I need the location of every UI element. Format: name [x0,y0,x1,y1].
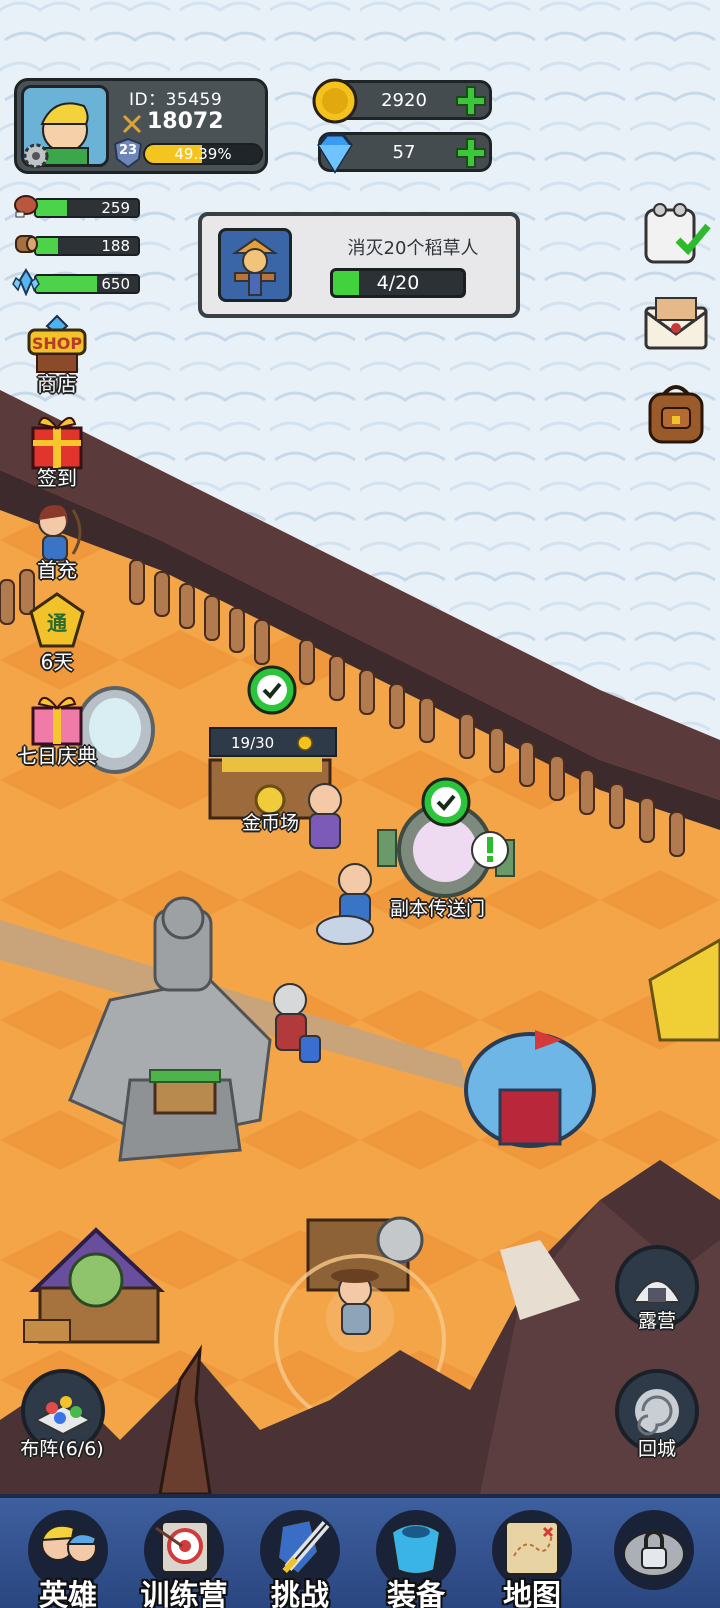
coin-field-counter-text: 19/30 [231,734,275,752]
nav-map[interactable]: 地图 [476,1502,588,1608]
camp-label: 露营 [637,1310,676,1332]
nav-training[interactable]: 训练营 [128,1502,240,1608]
nav-locked[interactable] [598,1502,710,1608]
diamond-icon [317,133,353,174]
quest-tracker-panel[interactable]: 消灭20个稻草人 4/20 [198,212,520,318]
player-power: 18072 [147,109,224,134]
resource-bar-fill [36,276,98,292]
nav-training-label: 训练营 [140,1578,228,1608]
quest-progress-bar: 4/20 [330,268,466,298]
pass-label: 6天 [40,650,74,674]
player-id: ID：35459 [129,90,223,110]
player-profile-panel[interactable]: ID：35459 18072 23 49.39% [14,78,268,174]
player-level: 23 [118,143,138,158]
shop-button[interactable]: SHOP 商店 [10,310,104,397]
sign-in-label: 签到 [37,466,77,490]
pass-button[interactable]: 通 6天 [10,588,104,675]
resource-crystal: 650 [12,268,140,296]
checklist-icon[interactable] [640,200,712,272]
nav-equipment-label: 装备 [386,1578,445,1608]
crossed-swords-icon [122,114,142,134]
coin-icon [297,735,313,751]
check-badge-icon [421,777,471,827]
nav-heroes-label: 英雄 [38,1578,97,1608]
add-gems-button[interactable] [455,137,487,169]
nav-challenge-label: 挑战 [270,1578,329,1608]
xp-progress-bar: 49.39% [143,143,263,165]
resource-bar: 650 [34,274,140,294]
nav-heroes[interactable]: 英雄 [12,1502,124,1608]
first-recharge-button[interactable]: 首充 [10,496,104,583]
backpack-icon[interactable] [640,378,712,450]
formation-label: 布阵(6/6) [20,1438,104,1460]
resource-wood: 188 [12,234,140,256]
quest-title: 消灭20个稻草人 [347,238,479,259]
seven-day-celebration-button[interactable]: 七日庆典 [10,682,104,769]
resource-crystal-value: 650 [101,275,130,293]
resource-meat: 259 [12,195,140,218]
first-recharge-label: 首充 [37,558,77,582]
crystal-icon [12,268,40,296]
lock-icon [614,1510,694,1590]
dungeon-portal-label[interactable]: 副本传送门 [390,894,485,921]
gold-coin-icon [312,78,358,124]
resource-meat-value: 259 [101,199,130,217]
gem-amount: 57 [392,142,416,163]
coin-field-label[interactable]: 金币场 [242,808,299,835]
quest-progress-text: 4/20 [376,272,420,294]
add-gold-button[interactable] [455,85,487,117]
seven-day-celebration-label: 七日庆典 [17,744,97,768]
coin-field-counter: 19/30 [209,727,337,757]
meat-icon [14,195,38,218]
resource-bar: 188 [34,236,140,256]
bottom-navigation: 英雄 训练营 挑战 装备 地图 [0,1494,720,1608]
nav-map-label: 地图 [502,1578,561,1608]
resource-bar-fill [36,200,67,216]
resource-wood-value: 188 [101,237,130,255]
gold-counter: 2920 [312,78,492,124]
scarecrow-portrait [218,228,292,302]
gem-counter: 57 [317,132,492,174]
check-badge-icon [247,665,297,715]
shop-label: 商店 [37,372,77,396]
resource-bar: 259 [34,198,140,218]
sign-in-button[interactable]: 签到 [10,404,104,491]
nav-challenge[interactable]: 挑战 [244,1502,356,1608]
wood-log-icon [15,235,38,253]
nav-equipment[interactable]: 装备 [360,1502,472,1608]
svg-text:通: 通 [47,611,67,635]
svg-text:SHOP: SHOP [32,334,83,353]
settings-gear-icon[interactable] [21,141,51,171]
return-town-label: 回城 [637,1438,676,1460]
envelope-icon[interactable] [640,290,712,362]
gold-amount: 2920 [381,90,427,111]
xp-percent: 49.39% [174,145,232,163]
